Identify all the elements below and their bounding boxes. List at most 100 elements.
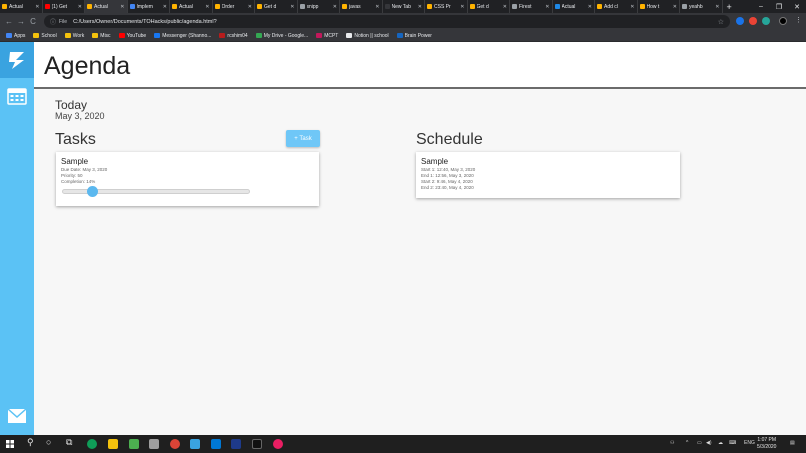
schedule-card[interactable]: Sample Start 1: 12:40, May 3, 2020 End 1… [416,152,680,198]
browser-tab[interactable]: How t ✕ [638,0,680,13]
app-icon[interactable] [273,439,283,449]
address-bar[interactable]: ⓘ File C:/Users/Owner/Documents/TOHacks/… [44,15,730,28]
browser-tab[interactable]: snipp ✕ [298,0,340,13]
browser-menu-icon[interactable]: ⋮ [795,16,802,24]
browser-tab[interactable]: Actual ✕ [553,0,595,13]
browser-tab[interactable]: Actual ✕ [0,0,43,13]
extension-icon[interactable] [736,17,744,25]
bookmark-item[interactable]: MCPT [316,33,338,39]
language-indicator[interactable]: ENG [744,440,755,446]
tab-title: Order [221,3,235,10]
tab-close-icon[interactable]: ✕ [120,4,124,10]
browser-tab[interactable]: yeahb ✕ [680,0,723,13]
people-icon[interactable]: ⚇ [670,440,674,446]
network-icon[interactable]: ▭ [697,440,702,446]
tab-close-icon[interactable]: ✕ [290,4,294,10]
vscode-icon[interactable] [211,439,221,449]
browser-tab[interactable]: Get d ✕ [468,0,510,13]
minecraft-icon[interactable] [129,439,139,449]
bookmark-star-icon[interactable]: ☆ [718,18,724,26]
profile-avatar[interactable] [779,17,787,25]
browser-tab[interactable]: CSS Pr ✕ [425,0,468,13]
forward-button[interactable]: → [15,17,27,26]
bookmark-item[interactable]: Apps [6,33,25,39]
edge-icon[interactable] [87,439,97,449]
chrome-icon[interactable] [170,439,180,449]
tab-close-icon[interactable]: ✕ [460,4,464,10]
bookmark-item[interactable]: Notion || school [346,33,389,39]
extension-icon[interactable] [762,17,770,25]
volume-icon[interactable]: ◀) [706,440,712,446]
photoshop-icon[interactable] [231,439,241,449]
browser-tab[interactable]: Order ✕ [213,0,255,13]
tab-close-icon[interactable]: ✕ [248,4,252,10]
browser-tab[interactable]: (1) Get ✕ [43,0,85,13]
cortana-icon[interactable]: ○ [46,437,51,447]
bookmark-item[interactable]: Messenger (Shanno... [154,33,211,39]
terminal-icon[interactable] [252,439,262,449]
page-title: Agenda [44,52,131,80]
schedule-heading: Schedule [416,131,483,148]
app-logo[interactable] [0,42,34,78]
bookmark-item[interactable]: rcshim04 [219,33,248,39]
maximize-button[interactable]: ❐ [770,0,788,13]
browser-tab[interactable]: javas ✕ [340,0,383,13]
tab-close-icon[interactable]: ✕ [630,4,634,10]
windows-start-icon[interactable] [6,440,14,448]
app-header [34,42,806,89]
bookmark-item[interactable]: Work [64,33,84,39]
tab-close-icon[interactable]: ✕ [673,4,677,10]
browser-tab[interactable]: Implem ✕ [128,0,170,13]
calendar-icon[interactable] [7,87,27,110]
tab-title: Implem [136,3,153,10]
app-icon[interactable] [190,439,200,449]
tab-close-icon[interactable]: ✕ [588,4,592,10]
tab-close-icon[interactable]: ✕ [418,4,422,10]
tab-close-icon[interactable]: ✕ [205,4,209,10]
tab-close-icon[interactable]: ✕ [545,4,549,10]
tab-close-icon[interactable]: ✕ [78,4,82,10]
browser-tab[interactable]: New Tab ✕ [383,0,425,13]
new-tab-button[interactable]: + [727,2,732,12]
browser-tab[interactable]: Get d ✕ [255,0,298,13]
minimize-button[interactable]: – [752,0,770,13]
tab-close-icon[interactable]: ✕ [375,4,379,10]
search-icon[interactable]: ⚲ [27,437,34,448]
logo-icon [9,52,24,69]
tab-close-icon[interactable]: ✕ [503,4,507,10]
extension-icon[interactable] [749,17,757,25]
info-icon[interactable]: ⓘ [50,17,56,26]
taskbar-clock[interactable]: 1:07 PM 5/3/2020 [757,437,776,451]
keyboard-icon[interactable]: ⌨ [729,440,736,446]
bookmark-item[interactable]: My Drive - Google... [255,33,308,39]
back-button[interactable]: ← [3,17,15,26]
completion-slider-thumb[interactable] [86,186,98,197]
task-view-icon[interactable]: ⧉ [66,437,72,448]
tab-close-icon[interactable]: ✕ [163,4,167,10]
browser-tab[interactable]: Actual ✕ [170,0,213,13]
tab-close-icon[interactable]: ✕ [35,4,39,10]
bookmark-icon [316,33,323,38]
bookmark-item[interactable]: Brain Power [396,33,432,39]
close-window-button[interactable]: ✕ [788,0,806,13]
bookmark-item[interactable]: YouTube [118,33,146,39]
add-task-button[interactable]: + Task [286,130,320,147]
file-explorer-icon[interactable] [108,439,118,449]
tab-title: Get d [264,3,277,10]
bookmark-item[interactable]: School [33,33,57,39]
browser-tab[interactable]: Add cl ✕ [595,0,638,13]
reload-button[interactable]: C [27,17,39,26]
tab-close-icon[interactable]: ✕ [715,4,719,10]
mail-icon[interactable] [7,408,27,429]
tab-close-icon[interactable]: ✕ [333,4,337,10]
cloud-icon[interactable]: ☁ [718,440,723,446]
task-card[interactable]: Sample Due Date: May 3, 2020 Priority: 5… [56,152,319,206]
browser-tab[interactable]: Actual ✕ [85,0,128,13]
tab-favicon-icon [214,4,220,9]
bookmark-icon [396,33,403,38]
browser-tab[interactable]: Firest ✕ [510,0,553,13]
app-icon[interactable] [149,439,159,449]
bookmark-item[interactable]: Misc [92,33,111,39]
tray-chevron-icon[interactable]: ^ [686,440,688,446]
notifications-icon[interactable]: ▤ [790,440,795,446]
